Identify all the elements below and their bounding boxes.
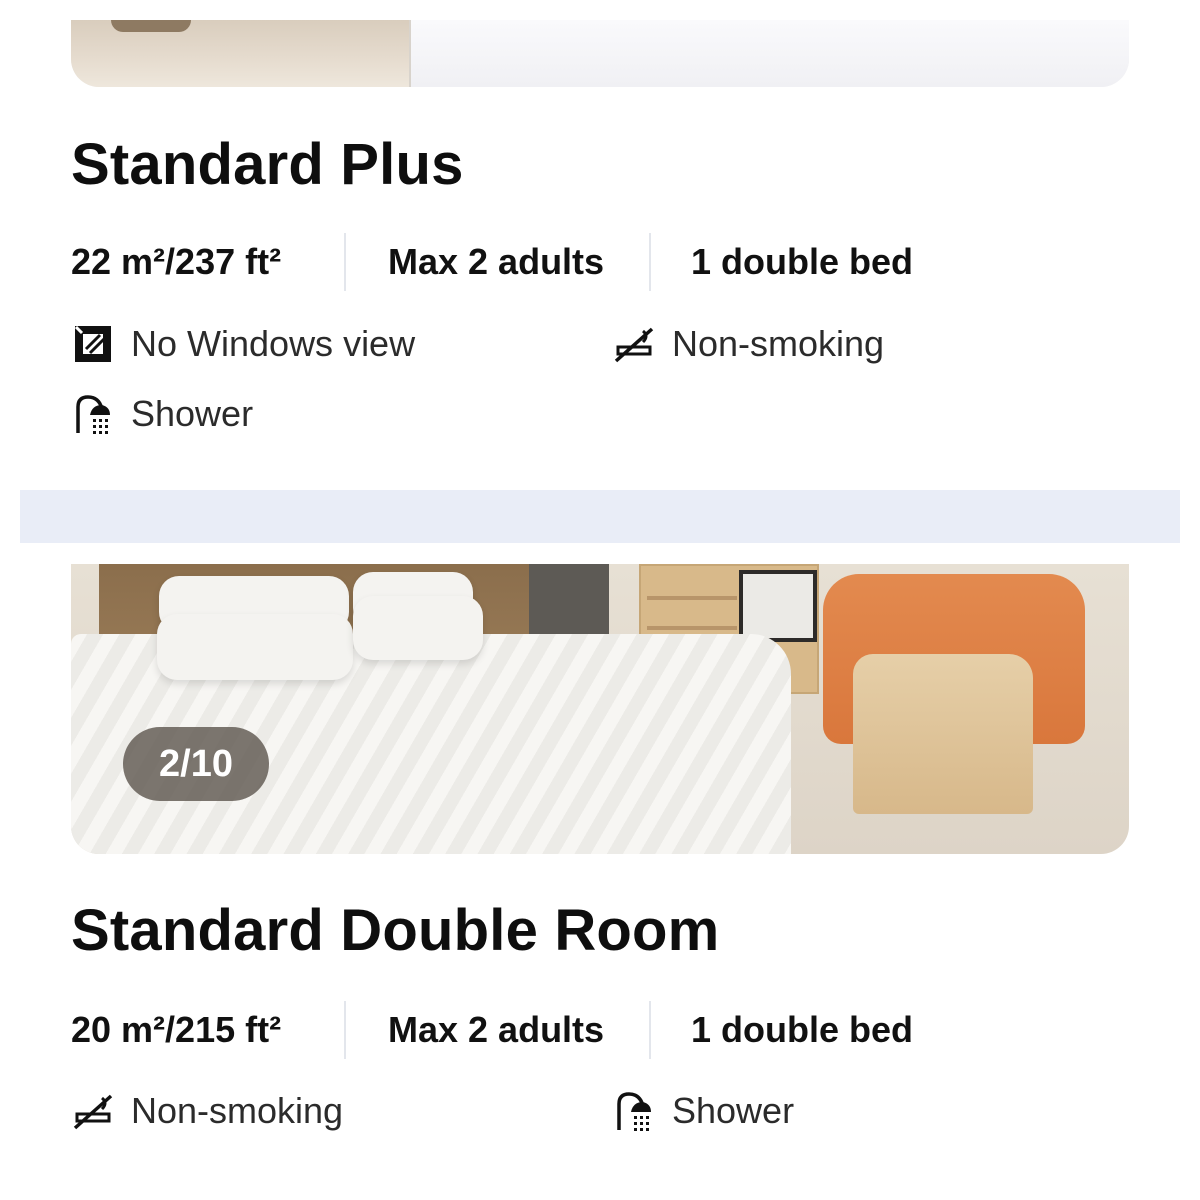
room-bed: 1 double bed (691, 241, 914, 282)
room-title: Standard Double Room (71, 898, 720, 963)
no-window-icon (74, 325, 111, 362)
no-smoking-icon (614, 327, 654, 363)
no-smoking-icon (73, 1094, 113, 1130)
room-specs: 20 m²/215 ft² Max 2 adults 1 double bed (71, 1000, 913, 1060)
feature-label: Shower (131, 393, 254, 434)
feature-label: No Windows view (131, 323, 416, 364)
feature-label: Shower (672, 1090, 795, 1131)
room-occupancy: Max 2 adults (388, 1009, 605, 1050)
feature-label: Non-smoking (672, 323, 885, 364)
feature-label: Non-smoking (131, 1090, 344, 1131)
feature-non-smoking: Non-smoking (72, 1086, 343, 1136)
photo-pillow (353, 596, 483, 660)
photo-pillow (157, 614, 353, 680)
photo-floor-area (71, 20, 409, 87)
room-list: Standard Plus 22 m²/237 ft² Max 2 adults… (20, 0, 1180, 1200)
room-title: Standard Plus (71, 132, 464, 197)
room-occupancy: Max 2 adults (388, 241, 605, 282)
photo-bed-area (409, 20, 1129, 87)
room-specs: 22 m²/237 ft² Max 2 adults 1 double bed (71, 232, 913, 292)
room-size: 22 m²/237 ft² (71, 241, 282, 282)
room-card-standard-plus[interactable]: Standard Plus 22 m²/237 ft² Max 2 adults… (20, 0, 1180, 490)
room-bed: 1 double bed (691, 1009, 914, 1050)
shower-icon (617, 1092, 651, 1131)
card-separator (20, 490, 1180, 543)
photo-bench (853, 654, 1033, 814)
room-size: 20 m²/215 ft² (71, 1009, 282, 1050)
room-photo-gallery[interactable] (71, 564, 1129, 854)
photo-counter-badge: 2/10 (123, 727, 269, 801)
photo-minifridge (739, 570, 817, 642)
room-photo[interactable] (71, 20, 1129, 87)
feature-shower: Shower (613, 1086, 794, 1136)
feature-non-smoking: Non-smoking (613, 319, 884, 369)
feature-shower: Shower (72, 389, 253, 439)
shower-icon (76, 395, 110, 434)
feature-window-view: No Windows view (72, 319, 415, 369)
